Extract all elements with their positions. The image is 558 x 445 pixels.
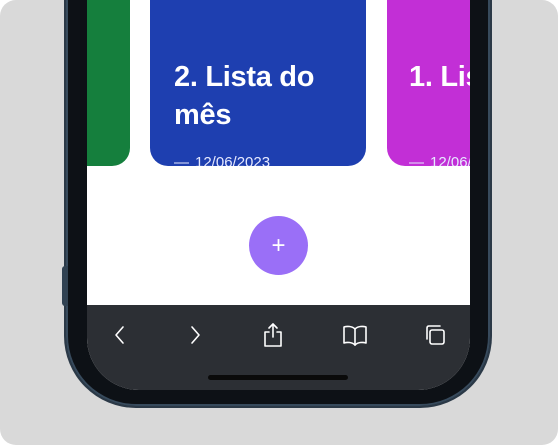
list-card-lista-de-churrasco[interactable]: 1. Lista de churrasco — 12/06/2023: [387, 0, 470, 166]
forward-button[interactable]: [178, 321, 212, 349]
browser-toolbar: [87, 305, 470, 390]
card-date-value: 12/06/2023: [195, 154, 271, 166]
card-title: 2. Lista do mês: [174, 61, 315, 131]
list-card-lista-do-mes[interactable]: 2. Lista do mês — 12/06/2023: [150, 0, 366, 166]
phone-screen: 2. Lista do mês — 12/06/2023 1. Lista de …: [87, 0, 470, 390]
card-title: 1. Lista de churrasco: [409, 58, 470, 96]
background-canvas: 2. Lista do mês — 12/06/2023 1. Lista de …: [0, 0, 558, 445]
back-icon: [115, 326, 124, 344]
bookmarks-icon: [343, 325, 367, 346]
bookmarks-button[interactable]: [338, 321, 372, 349]
card-date: — 12/06/2023: [409, 154, 470, 166]
card-date-value: 12/06/2023: [430, 154, 470, 166]
tabs-button[interactable]: [418, 321, 452, 349]
list-card-partial-left[interactable]: [87, 0, 130, 166]
dash-glyph: —: [409, 154, 424, 166]
add-list-button[interactable]: +: [249, 216, 308, 275]
tabs-icon: [426, 325, 445, 345]
card-date: — 12/06/2023: [174, 154, 270, 166]
forward-icon: [191, 326, 200, 344]
dash-glyph: —: [174, 154, 189, 166]
share-button[interactable]: [256, 321, 290, 349]
back-button[interactable]: [103, 321, 137, 349]
home-indicator: [208, 375, 348, 380]
card-title-text: 1. Lista de churrasco: [409, 61, 470, 93]
phone-side-button: [62, 266, 68, 306]
share-icon: [264, 323, 282, 347]
